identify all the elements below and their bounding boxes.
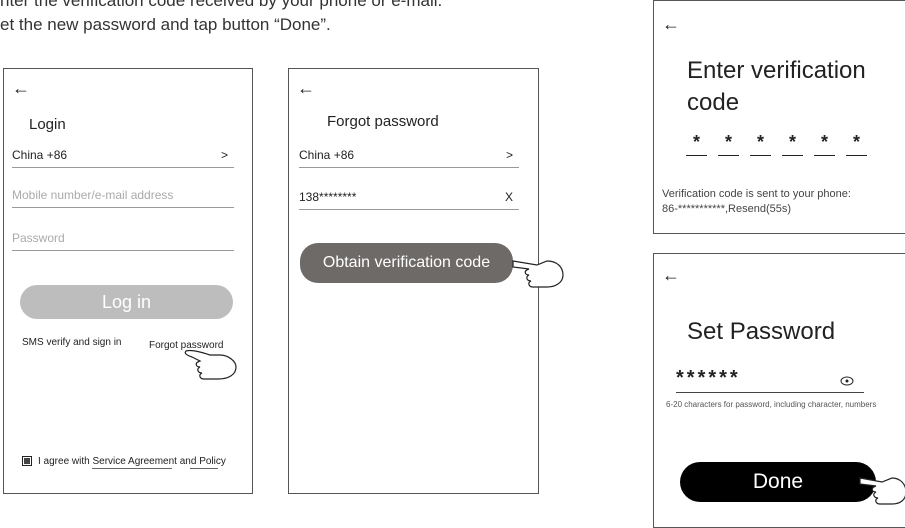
done-button[interactable]: Done <box>680 462 876 502</box>
password-placeholder: Password <box>12 231 65 245</box>
clear-icon[interactable]: X <box>505 190 513 204</box>
set-password-title: Set Password <box>687 318 836 345</box>
code-digit: * <box>846 131 867 156</box>
obtain-code-button[interactable]: Obtain verification code <box>300 243 513 283</box>
country-selector[interactable]: China +86 > <box>299 148 519 168</box>
back-arrow-icon[interactable]: ← <box>662 266 680 284</box>
set-password-screen: ← Set Password ****** 6-20 characters fo… <box>653 253 905 528</box>
eye-icon[interactable] <box>840 376 854 386</box>
login-screen: ← Login China +86 > Mobile number/e-mail… <box>3 68 253 494</box>
login-button[interactable]: Log in <box>20 285 233 319</box>
phone-input[interactable]: 138******** X <box>299 189 519 210</box>
verification-title-line-2: code <box>687 89 740 116</box>
verification-title-line-1: Enter verification <box>687 57 866 84</box>
country-label: China +86 <box>12 148 68 162</box>
forgot-title: Forgot password <box>327 113 439 130</box>
code-input-row[interactable]: * * * * * * <box>686 131 867 156</box>
code-sent-note-line-1: Verification code is sent to your phone: <box>662 188 851 200</box>
code-digit: * <box>750 131 771 156</box>
code-digit: * <box>814 131 835 156</box>
back-arrow-icon[interactable]: ← <box>662 15 680 33</box>
country-selector[interactable]: China +86 > <box>12 148 234 168</box>
chevron-right-icon: > <box>505 148 513 162</box>
new-password-input[interactable]: ****** <box>676 366 864 393</box>
login-title: Login <box>29 116 66 133</box>
mobile-input[interactable]: Mobile number/e-mail address <box>12 188 234 208</box>
forgot-password-screen: ← Forgot password China +86 > 138*******… <box>288 68 564 494</box>
code-digit: * <box>718 131 739 156</box>
intro-line-1: nter the verification code received by y… <box>0 0 443 10</box>
intro-line-2: et the new password and tap button “Done… <box>0 15 331 34</box>
mobile-placeholder: Mobile number/e-mail address <box>12 188 174 202</box>
policy-underline <box>190 468 218 469</box>
sms-verify-link[interactable]: SMS verify and sign in <box>22 337 122 348</box>
phone-value: 138******** <box>299 190 357 204</box>
back-arrow-icon[interactable]: ← <box>12 79 30 97</box>
password-hint: 6-20 characters for password, including … <box>666 400 877 409</box>
code-digit: * <box>782 131 803 156</box>
code-digit: * <box>686 131 707 156</box>
agree-text: I agree with Service Agreement and Polic… <box>38 456 226 467</box>
password-input[interactable]: Password <box>12 231 234 251</box>
service-agreement-underline <box>92 468 172 469</box>
code-sent-note-line-2[interactable]: 86-***********,Resend(55s) <box>662 202 791 217</box>
pointing-hand-icon <box>859 477 905 505</box>
password-value: ****** <box>676 367 741 389</box>
agree-checkbox[interactable] <box>22 456 32 466</box>
chevron-right-icon: > <box>220 148 228 162</box>
pointing-hand-icon <box>512 260 564 288</box>
country-label: China +86 <box>299 148 355 162</box>
back-arrow-icon[interactable]: ← <box>297 79 315 97</box>
verification-screen: ← Enter verification code * * * * * * Ve… <box>653 0 905 234</box>
pointing-hand-icon <box>184 349 237 380</box>
